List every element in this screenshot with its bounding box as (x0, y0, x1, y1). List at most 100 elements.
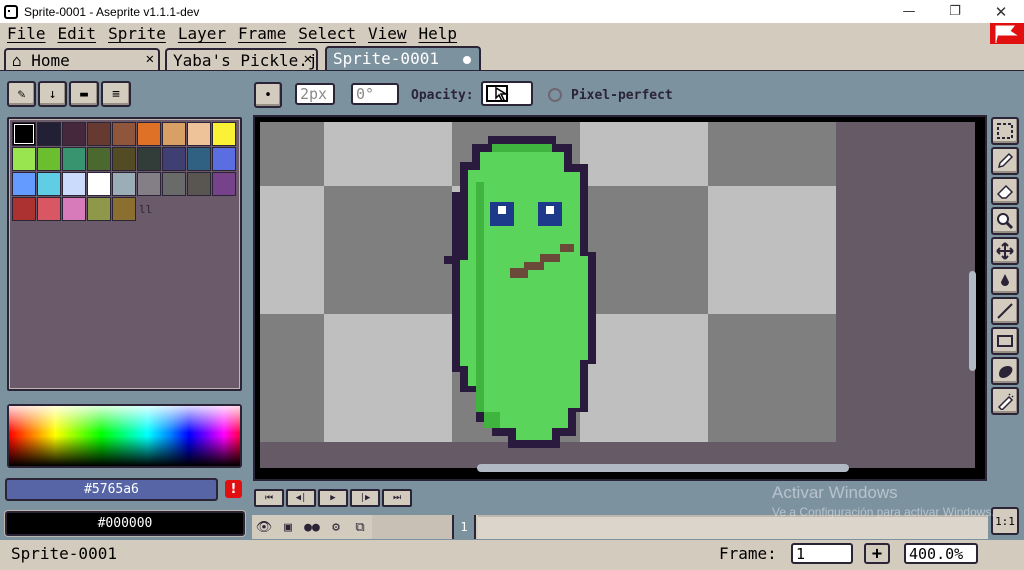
menu-help[interactable]: Help (414, 24, 462, 43)
last-frame-button[interactable]: ⏭ (382, 489, 412, 507)
menu-sprite[interactable]: Sprite (103, 24, 170, 43)
canvas-editor[interactable] (253, 115, 987, 481)
palette-swatch[interactable] (187, 122, 211, 146)
onion-skin-icon[interactable]: ●● (302, 518, 322, 536)
palette-swatch[interactable] (37, 172, 61, 196)
palette-presets-button[interactable]: ↓ (38, 81, 67, 107)
palette-swatch[interactable] (212, 122, 236, 146)
palette-swatch[interactable] (162, 122, 186, 146)
background-color-button[interactable]: #000000 (5, 511, 245, 536)
close-icon[interactable]: ✕ (146, 51, 154, 67)
marquee-tool[interactable] (991, 117, 1019, 145)
frame-field[interactable]: 1 (791, 543, 853, 564)
tab-divider (0, 70, 1024, 73)
play-button[interactable]: ▶ (318, 489, 348, 507)
palette-swatch[interactable] (162, 172, 186, 196)
pencil-tool[interactable] (991, 147, 1019, 175)
hamburger-icon: ≡ (112, 86, 120, 102)
menu-layer[interactable]: Layer (173, 24, 230, 43)
brush-size-field[interactable]: 2px (295, 83, 335, 105)
minimize-button[interactable]: — (886, 0, 932, 23)
palette-swatch[interactable] (87, 122, 111, 146)
horizontal-scrollbar[interactable] (477, 464, 849, 472)
pencil-icon: ✎ (17, 86, 26, 102)
first-frame-button[interactable]: ⏮ (254, 489, 284, 507)
warning-icon[interactable]: ! (225, 480, 242, 498)
palette-swatch[interactable] (212, 147, 236, 171)
palette-swatch[interactable] (112, 147, 136, 171)
next-frame-button[interactable]: |▶ (350, 489, 380, 507)
palette-swatch[interactable] (62, 122, 86, 146)
blur-tool[interactable] (991, 387, 1019, 415)
palette-swatch[interactable] (12, 122, 36, 146)
link-layers-icon[interactable]: ⧉ (350, 518, 370, 536)
palette-swatch[interactable] (137, 172, 161, 196)
menu-select[interactable]: Select (293, 24, 360, 43)
palette-swatch[interactable] (112, 197, 136, 221)
palette-panel: ll (7, 117, 242, 391)
watermark-title: Activar Windows (772, 483, 898, 502)
palette-swatch[interactable] (212, 172, 236, 196)
tab-yabas-pickle[interactable]: Yaba's Pickle.j ✕ (165, 48, 318, 72)
blob-icon (999, 366, 1013, 378)
palette-swatch[interactable] (62, 197, 86, 221)
zoom-field[interactable]: 400.0% (904, 543, 978, 564)
tab-home[interactable]: ⌂ Home ✕ (4, 48, 160, 72)
palette-swatch[interactable] (37, 122, 61, 146)
menu-edit[interactable]: Edit (53, 24, 101, 43)
palette-menu-button[interactable]: ≡ (101, 81, 131, 107)
color-spectrum[interactable] (7, 404, 242, 468)
eye-icon[interactable]: 👁 (254, 518, 274, 536)
palette-swatch[interactable] (112, 172, 136, 196)
palette-swatch[interactable] (137, 147, 161, 171)
palette-options-button[interactable]: ▬ (69, 81, 99, 107)
menu-frame[interactable]: Frame (233, 24, 290, 43)
previous-frame-button[interactable]: ◀| (286, 489, 316, 507)
palette-swatch[interactable] (12, 172, 36, 196)
palette-swatch[interactable] (37, 147, 61, 171)
palette-swatch[interactable] (12, 197, 36, 221)
palette-swatch[interactable] (162, 147, 186, 171)
frame-header[interactable]: 1 (452, 515, 476, 539)
palette-swatch[interactable] (87, 147, 111, 171)
palette-swatch[interactable] (87, 172, 111, 196)
padlock-icon[interactable]: ▣ (278, 518, 298, 536)
palette-swatch[interactable] (187, 147, 211, 171)
hand-cursor-icon (486, 84, 509, 102)
menu-file[interactable]: File (2, 24, 50, 43)
palette-swatch[interactable] (112, 122, 136, 146)
pixel-perfect-checkbox[interactable] (548, 88, 562, 102)
palette-resize-grip[interactable]: ll (139, 203, 152, 216)
paint-bucket-tool[interactable] (991, 267, 1019, 295)
eraser-tool[interactable] (991, 177, 1019, 205)
close-icon[interactable]: ✕ (304, 51, 312, 67)
palette-swatch[interactable] (187, 172, 211, 196)
menu-view[interactable]: View (363, 24, 411, 43)
zoom-tool[interactable] (991, 207, 1019, 235)
edit-palette-button[interactable]: ✎ (7, 81, 36, 107)
editor-viewport[interactable] (260, 122, 975, 468)
brush-type-button[interactable]: • (254, 82, 282, 108)
zoom-reset-button[interactable]: 1:1 (991, 507, 1019, 535)
rectangle-tool[interactable] (991, 327, 1019, 355)
foreground-color-button[interactable]: #5765a6 (5, 478, 218, 501)
close-window-button[interactable]: ✕ (978, 0, 1024, 23)
palette-swatch[interactable] (137, 122, 161, 146)
maximize-button[interactable]: ❐ (932, 0, 978, 23)
gear-icon[interactable]: ⚙ (326, 518, 346, 536)
line-tool[interactable] (991, 297, 1019, 325)
news-flag-icon[interactable] (990, 23, 1024, 44)
watermark-subtitle: Ve a Configuración para activar Windows. (772, 505, 995, 519)
new-frame-button[interactable]: + (864, 543, 890, 564)
palette-swatch[interactable] (62, 147, 86, 171)
palette-swatch[interactable] (12, 147, 36, 171)
palette-swatch[interactable] (87, 197, 111, 221)
vertical-scrollbar[interactable] (969, 271, 976, 371)
tab-sprite-0001[interactable]: Sprite-0001 (325, 46, 481, 72)
move-tool[interactable] (991, 237, 1019, 265)
palette-swatch[interactable] (62, 172, 86, 196)
palette-swatch[interactable] (37, 197, 61, 221)
opacity-field[interactable] (481, 81, 533, 106)
brush-angle-field[interactable]: 0° (351, 83, 399, 105)
contour-tool[interactable] (991, 357, 1019, 385)
